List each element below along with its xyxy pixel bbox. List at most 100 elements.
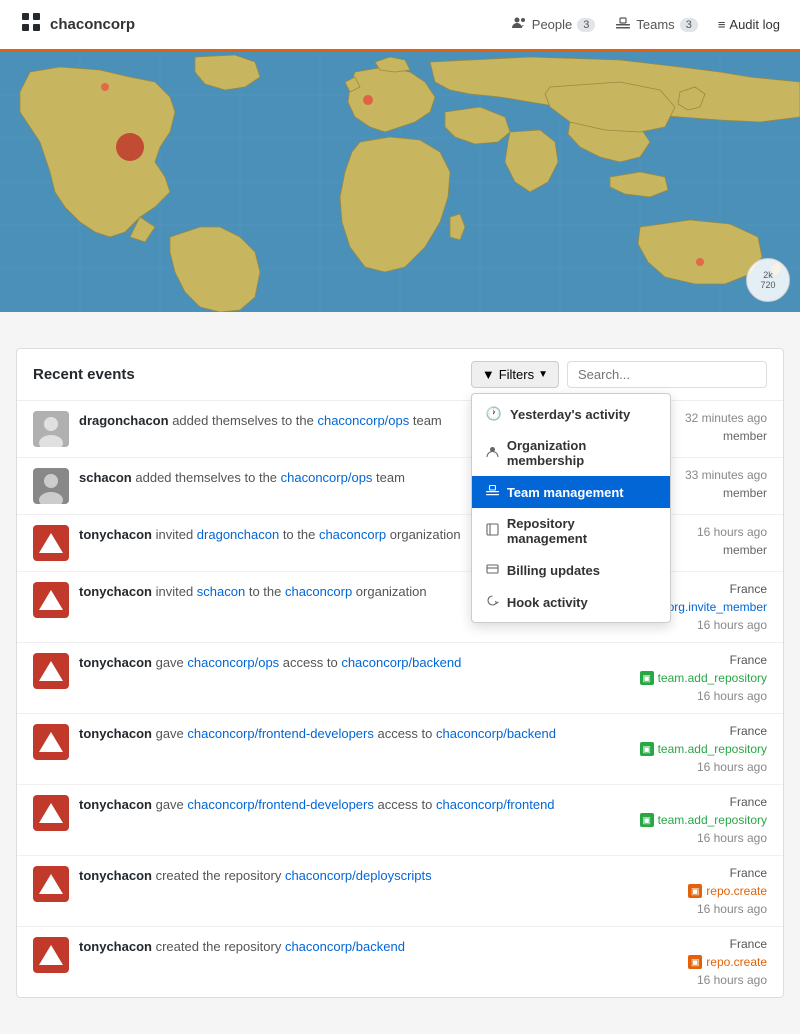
- event-link[interactable]: chaconcorp/frontend-developers: [187, 726, 373, 741]
- event-type-link[interactable]: team.add_repository: [658, 813, 767, 827]
- event-location: France: [730, 582, 767, 596]
- map-zoom-value: 720: [760, 280, 775, 290]
- event-time: 33 minutes ago: [685, 468, 767, 482]
- event-type-icon: ▣: [640, 813, 654, 827]
- header-nav: People 3 Teams 3 ≡ Audit log: [511, 15, 780, 34]
- event-row: tonychacon created the repository chacon…: [17, 927, 783, 997]
- dropdown-item-yesterday[interactable]: 🕐 Yesterday's activity: [472, 398, 670, 430]
- dropdown-item-team-management[interactable]: Team management: [472, 476, 670, 508]
- event-row: tonychacon gave chaconcorp/frontend-deve…: [17, 785, 783, 856]
- event-meta: France ▣ team.add_repository 16 hours ag…: [640, 653, 767, 703]
- event-link[interactable]: chaconcorp: [285, 584, 352, 599]
- event-location: France: [730, 937, 767, 951]
- map-zoom-indicator: 2k 720: [746, 258, 790, 302]
- event-desc: created the repository chaconcorp/backen…: [156, 939, 405, 954]
- event-desc: invited dragonchacon to the chaconcorp o…: [156, 527, 461, 542]
- repo-icon: [486, 523, 499, 539]
- event-link[interactable]: chaconcorp/ops: [317, 413, 409, 428]
- header: chaconcorp People 3 Teams 3 ≡ Audit log: [0, 0, 800, 52]
- event-location: France: [730, 724, 767, 738]
- event-link[interactable]: chaconcorp/backend: [285, 939, 405, 954]
- dropdown-item-billing[interactable]: Billing updates: [472, 554, 670, 586]
- dropdown-item-hook-activity[interactable]: Hook activity: [472, 586, 670, 618]
- event-link[interactable]: chaconcorp/ops: [187, 655, 279, 670]
- avatar: [33, 724, 69, 760]
- event-desc: added themselves to the chaconcorp/ops t…: [172, 413, 442, 428]
- event-type: member: [723, 543, 767, 557]
- event-time: 16 hours ago: [697, 689, 767, 703]
- recent-events-header: Recent events ▼ Filters ▼ 🕐 Yesterday's …: [17, 349, 783, 401]
- people-count: 3: [577, 18, 595, 32]
- event-body: tonychacon gave chaconcorp/frontend-deve…: [79, 724, 630, 744]
- search-input[interactable]: [567, 361, 767, 388]
- hook-icon: [486, 594, 499, 610]
- person-icon: [486, 445, 499, 461]
- event-type-link[interactable]: repo.create: [706, 955, 767, 969]
- people-label: People: [532, 17, 572, 32]
- event-type-icon: ▣: [688, 884, 702, 898]
- event-meta: France ▣ team.add_repository 16 hours ag…: [640, 795, 767, 845]
- event-row: tonychacon gave chaconcorp/frontend-deve…: [17, 714, 783, 785]
- org-name: chaconcorp: [50, 16, 135, 33]
- teams-count: 3: [680, 18, 698, 32]
- filters-dropdown-menu: 🕐 Yesterday's activity Organization memb…: [471, 393, 671, 623]
- event-link[interactable]: chaconcorp/frontend: [436, 797, 555, 812]
- event-type-label: member: [723, 429, 767, 443]
- logo[interactable]: chaconcorp: [20, 11, 135, 39]
- avatar: [33, 795, 69, 831]
- dropdown-item-repo-management-label: Repository management: [507, 516, 656, 546]
- event-type: ▣ team.add_repository: [640, 742, 767, 756]
- filters-chevron: ▼: [538, 369, 548, 380]
- teams-nav-item[interactable]: Teams 3: [615, 15, 697, 34]
- event-type-icon: ▣: [640, 671, 654, 685]
- event-location: France: [730, 795, 767, 809]
- event-link[interactable]: chaconcorp/frontend-developers: [187, 797, 373, 812]
- dropdown-item-yesterday-label: Yesterday's activity: [510, 407, 630, 422]
- event-row: tonychacon created the repository chacon…: [17, 856, 783, 927]
- event-location: France: [730, 653, 767, 667]
- event-type: ▣ team.add_repository: [640, 813, 767, 827]
- event-link[interactable]: chaconcorp: [319, 527, 386, 542]
- event-desc: gave chaconcorp/frontend-developers acce…: [156, 797, 555, 812]
- event-type: ▣ repo.create: [688, 955, 767, 969]
- event-link[interactable]: chaconcorp/backend: [341, 655, 461, 670]
- event-type: ▣ team.add_repository: [640, 671, 767, 685]
- event-actor: tonychacon: [79, 726, 152, 741]
- event-desc: gave chaconcorp/ops access to chaconcorp…: [156, 655, 462, 670]
- event-type-label: member: [723, 543, 767, 557]
- avatar: [33, 468, 69, 504]
- event-link[interactable]: chaconcorp/ops: [281, 470, 373, 485]
- event-type-link[interactable]: repo.create: [706, 884, 767, 898]
- team-icon: [486, 484, 499, 500]
- filter-search-row: ▼ Filters ▼ 🕐 Yesterday's activity: [471, 361, 767, 388]
- people-nav-item[interactable]: People 3: [511, 15, 596, 34]
- event-time: 16 hours ago: [697, 760, 767, 774]
- audit-log-label: Audit log: [729, 17, 780, 32]
- teams-label: Teams: [636, 17, 674, 32]
- event-type-icon: ▣: [688, 955, 702, 969]
- event-type: member: [723, 486, 767, 500]
- event-type-link[interactable]: org.invite_member: [668, 600, 767, 614]
- avatar: [33, 582, 69, 618]
- dropdown-item-team-management-label: Team management: [507, 485, 624, 500]
- world-map: 2k 720: [0, 52, 800, 312]
- event-type-icon: ▣: [640, 742, 654, 756]
- dropdown-item-org-membership[interactable]: Organization membership: [472, 430, 670, 476]
- audit-log-nav-item[interactable]: ≡ Audit log: [718, 17, 780, 32]
- event-link[interactable]: chaconcorp/backend: [436, 726, 556, 741]
- event-link[interactable]: schacon: [197, 584, 245, 599]
- event-type-link[interactable]: team.add_repository: [658, 671, 767, 685]
- event-link[interactable]: chaconcorp/deployscripts: [285, 868, 432, 883]
- dropdown-item-repo-management[interactable]: Repository management: [472, 508, 670, 554]
- dropdown-item-billing-label: Billing updates: [507, 563, 600, 578]
- filters-button[interactable]: ▼ Filters ▼: [471, 361, 559, 388]
- map-zoom-label: 2k: [763, 270, 773, 280]
- event-type-link[interactable]: team.add_repository: [658, 742, 767, 756]
- event-actor: dragonchacon: [79, 413, 169, 428]
- event-meta: France ▣ repo.create 16 hours ago: [647, 937, 767, 987]
- event-desc: gave chaconcorp/frontend-developers acce…: [156, 726, 556, 741]
- event-type-label: member: [723, 486, 767, 500]
- event-actor: tonychacon: [79, 797, 152, 812]
- people-icon: [511, 15, 527, 34]
- event-link[interactable]: dragonchacon: [197, 527, 279, 542]
